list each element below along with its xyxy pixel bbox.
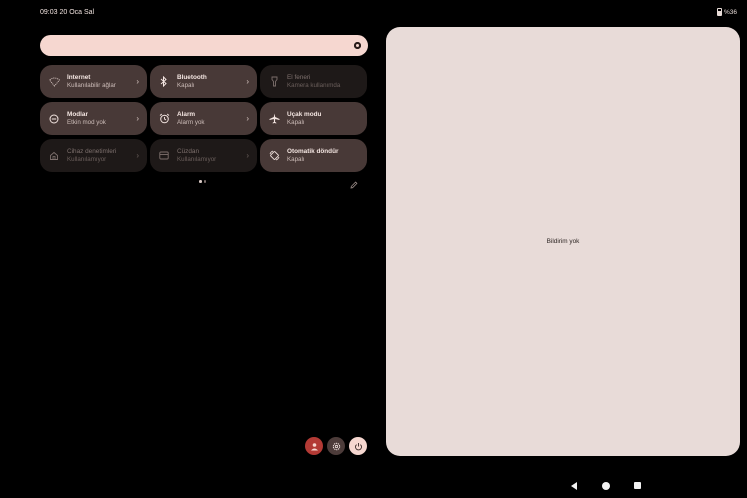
tile-subtitle: Alarm yok <box>177 118 205 126</box>
gear-icon <box>332 442 340 450</box>
tile-subtitle: Kamera kullanımda <box>287 81 341 89</box>
power-icon <box>354 442 362 450</box>
tile-airplane[interactable]: Uçak modu Kapalı <box>260 102 367 135</box>
tile-subtitle: Etkin mod yok <box>67 118 106 126</box>
user-icon <box>310 442 318 450</box>
tile-subtitle: Kullanılamıyor <box>177 155 217 163</box>
wallet-icon <box>158 150 170 162</box>
chevron-right-icon: › <box>136 114 139 123</box>
home-icon <box>48 150 60 162</box>
tile-subtitle: Kapalı <box>287 155 305 163</box>
battery-icon <box>716 8 722 16</box>
tile-modes[interactable]: Modlar Etkin mod yok › <box>40 102 147 135</box>
chevron-right-icon: › <box>246 114 249 123</box>
back-icon[interactable] <box>571 482 577 490</box>
tile-title: Cihaz denetimleri <box>67 147 117 155</box>
settings-button[interactable] <box>327 437 345 455</box>
tile-flashlight[interactable]: El feneri Kamera kullanımda <box>260 65 367 98</box>
bluetooth-icon <box>158 76 170 88</box>
tile-device-controls[interactable]: Cihaz denetimleri Kullanılamıyor › <box>40 139 147 172</box>
airplane-icon <box>268 113 280 125</box>
tile-title: Bluetooth <box>177 73 207 81</box>
tile-title: Modlar <box>67 110 88 118</box>
no-notifications-text: Bildirim yok <box>546 238 580 245</box>
flashlight-icon <box>268 76 280 88</box>
tile-subtitle: Kapalı <box>287 118 305 126</box>
tile-auto-rotate[interactable]: Otomatik döndür Kapalı <box>260 139 367 172</box>
brightness-slider[interactable] <box>40 35 368 56</box>
tile-title: Cüzdan <box>177 147 200 155</box>
chevron-right-icon: › <box>246 151 249 160</box>
tile-title: İnternet <box>67 73 91 81</box>
home-button-icon[interactable] <box>602 482 610 490</box>
status-battery: %36 <box>716 8 737 16</box>
tile-wallet[interactable]: Cüzdan Kullanılamıyor › <box>150 139 257 172</box>
page-dot <box>203 180 206 183</box>
tile-alarm[interactable]: Alarm Alarm yok › <box>150 102 257 135</box>
notification-panel: Bildirim yok <box>386 27 740 456</box>
chevron-right-icon: › <box>136 151 139 160</box>
tile-internet[interactable]: İnternet Kullanılabilir ağlar › <box>40 65 147 98</box>
alarm-icon <box>158 113 170 125</box>
tile-subtitle: Kullanılabilir ağlar <box>67 81 116 89</box>
chevron-right-icon: › <box>246 77 249 86</box>
recents-icon[interactable] <box>634 482 641 489</box>
quick-settings-screen: 09:03 20 Oca Sal %36 İnternet Kullanılab… <box>0 0 747 498</box>
tile-subtitle: Kapalı <box>177 81 195 89</box>
chevron-right-icon: › <box>136 77 139 86</box>
tile-subtitle: Kullanılamıyor <box>67 155 107 163</box>
modes-icon <box>48 113 60 125</box>
battery-percent: %36 <box>723 8 737 16</box>
tile-title: Uçak modu <box>287 110 322 118</box>
edit-icon[interactable] <box>350 176 358 189</box>
page-indicator <box>199 180 206 183</box>
tile-bluetooth[interactable]: Bluetooth Kapalı › <box>150 65 257 98</box>
status-time-date: 09:03 20 Oca Sal <box>40 9 95 16</box>
rotate-icon <box>268 150 280 162</box>
brightness-icon[interactable] <box>354 42 361 49</box>
tile-title: Alarm <box>177 110 196 118</box>
tile-title: Otomatik döndür <box>287 147 339 155</box>
wifi-icon <box>48 76 60 88</box>
page-dot-active <box>199 180 202 183</box>
power-button[interactable] <box>349 437 367 455</box>
tile-title: El feneri <box>287 73 311 81</box>
user-switch-button[interactable] <box>305 437 323 455</box>
